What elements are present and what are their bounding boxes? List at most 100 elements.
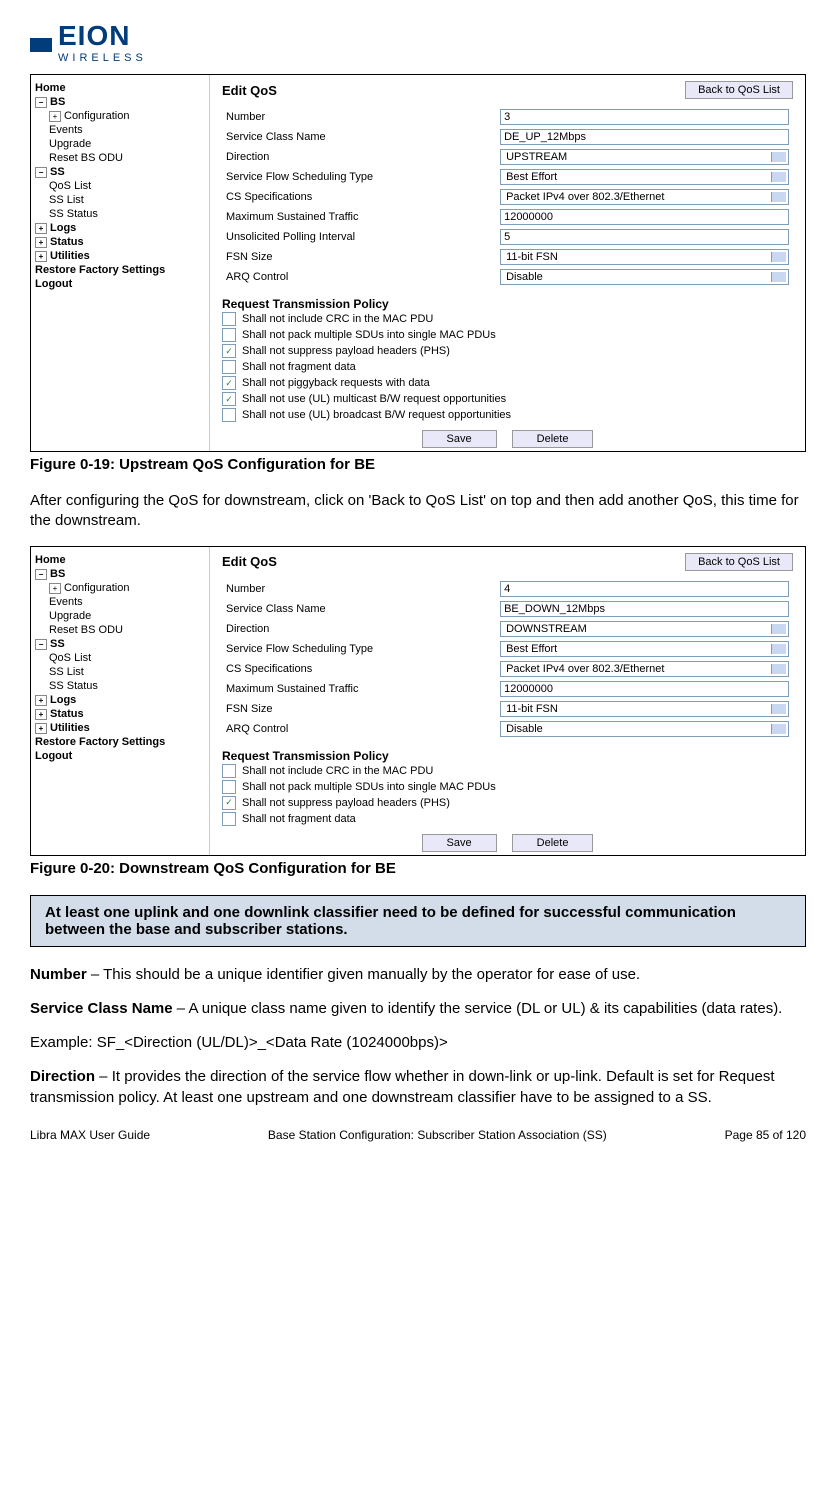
nav-ss-qos[interactable]: QoS List — [35, 651, 205, 665]
save-button[interactable]: Save — [422, 430, 497, 448]
policy-p3: Shall not suppress payload headers (PHS) — [242, 345, 450, 357]
policy-p7: Shall not use (UL) broadcast B/W request… — [242, 409, 511, 421]
nav-bs-upgrade[interactable]: Upgrade — [35, 137, 205, 151]
label-cs: CS Specifications — [222, 187, 496, 207]
checkbox-p5[interactable] — [222, 376, 236, 390]
select-fsn[interactable]: 11-bit FSN — [500, 701, 789, 717]
input-scn[interactable]: DE_UP_12Mbps — [500, 129, 789, 145]
input-mst[interactable]: 12000000 — [500, 681, 789, 697]
nav-bs-upgrade[interactable]: Upgrade — [35, 609, 205, 623]
nav-status[interactable]: Status — [35, 707, 205, 721]
input-mst[interactable]: 12000000 — [500, 209, 789, 225]
footer-center: Base Station Configuration: Subscriber S… — [268, 1128, 607, 1142]
select-direction[interactable]: UPSTREAM — [500, 149, 789, 165]
nav-bs[interactable]: BS — [35, 95, 205, 109]
label-sfs: Service Flow Scheduling Type — [222, 639, 496, 659]
nav-logs[interactable]: Logs — [35, 221, 205, 235]
delete-button[interactable]: Delete — [512, 430, 594, 448]
nav-bs-events[interactable]: Events — [35, 123, 205, 137]
nav-bs-events[interactable]: Events — [35, 595, 205, 609]
select-arq[interactable]: Disable — [500, 269, 789, 285]
footer-right: Page 85 of 120 — [725, 1128, 806, 1142]
select-sfs[interactable]: Best Effort — [500, 641, 789, 657]
page-footer: Libra MAX User Guide Base Station Config… — [30, 1128, 806, 1142]
policy-p4: Shall not fragment data — [242, 361, 356, 373]
nav-restore[interactable]: Restore Factory Settings — [35, 735, 205, 749]
select-cs[interactable]: Packet IPv4 over 802.3/Ethernet — [500, 661, 789, 677]
input-upi[interactable]: 5 — [500, 229, 789, 245]
nav-bs-reset[interactable]: Reset BS ODU — [35, 151, 205, 165]
input-number[interactable]: 4 — [500, 581, 789, 597]
nav-logout[interactable]: Logout — [35, 277, 205, 291]
nav-ss[interactable]: SS — [35, 165, 205, 179]
paragraph-1: After configuring the QoS for downstream… — [30, 491, 806, 532]
nav-ss[interactable]: SS — [35, 637, 205, 651]
nav-ss-list[interactable]: SS List — [35, 665, 205, 679]
checkbox-p1[interactable] — [222, 764, 236, 778]
nav-utilities[interactable]: Utilities — [35, 249, 205, 263]
select-arq[interactable]: Disable — [500, 721, 789, 737]
nav-bs-config[interactable]: Configuration — [35, 109, 205, 123]
policy-p6: Shall not use (UL) multicast B/W request… — [242, 393, 506, 405]
nav-home[interactable]: Home — [35, 553, 205, 567]
nav-tree: Home BS Configuration Events Upgrade Res… — [31, 75, 209, 451]
checkbox-p3[interactable] — [222, 796, 236, 810]
label-number: Number — [222, 579, 496, 599]
select-sfs[interactable]: Best Effort — [500, 169, 789, 185]
checkbox-p2[interactable] — [222, 328, 236, 342]
checkbox-p7[interactable] — [222, 408, 236, 422]
figure-upstream: Home BS Configuration Events Upgrade Res… — [30, 74, 806, 452]
nav-ss-status[interactable]: SS Status — [35, 679, 205, 693]
delete-button[interactable]: Delete — [512, 834, 594, 852]
policy-p5: Shall not piggyback requests with data — [242, 377, 430, 389]
checkbox-p3[interactable] — [222, 344, 236, 358]
back-to-list-button[interactable]: Back to QoS List — [685, 81, 793, 99]
checkbox-p1[interactable] — [222, 312, 236, 326]
nav-home[interactable]: Home — [35, 81, 205, 95]
label-direction: Direction — [222, 147, 496, 167]
input-scn[interactable]: BE_DOWN_12Mbps — [500, 601, 789, 617]
label-sfs: Service Flow Scheduling Type — [222, 167, 496, 187]
checkbox-p4[interactable] — [222, 812, 236, 826]
nav-logs[interactable]: Logs — [35, 693, 205, 707]
save-button[interactable]: Save — [422, 834, 497, 852]
nav-bs-reset[interactable]: Reset BS ODU — [35, 623, 205, 637]
label-arq: ARQ Control — [222, 267, 496, 287]
label-number: Number — [222, 107, 496, 127]
label-mst: Maximum Sustained Traffic — [222, 207, 496, 227]
policy-p1: Shall not include CRC in the MAC PDU — [242, 765, 433, 777]
back-to-list-button[interactable]: Back to QoS List — [685, 553, 793, 571]
label-scn: Service Class Name — [222, 127, 496, 147]
figure-downstream: Home BS Configuration Events Upgrade Res… — [30, 546, 806, 856]
nav-restore[interactable]: Restore Factory Settings — [35, 263, 205, 277]
policy-heading: Request Transmission Policy — [222, 749, 793, 763]
nav-status[interactable]: Status — [35, 235, 205, 249]
policy-p2: Shall not pack multiple SDUs into single… — [242, 329, 496, 341]
policy-heading: Request Transmission Policy — [222, 297, 793, 311]
figure-caption-2: Figure 0-20: Downstream QoS Configuratio… — [30, 860, 806, 877]
nav-bs[interactable]: BS — [35, 567, 205, 581]
label-scn: Service Class Name — [222, 599, 496, 619]
nav-ss-qos[interactable]: QoS List — [35, 179, 205, 193]
checkbox-p6[interactable] — [222, 392, 236, 406]
label-fsn: FSN Size — [222, 247, 496, 267]
nav-logout[interactable]: Logout — [35, 749, 205, 763]
policy-p3: Shall not suppress payload headers (PHS) — [242, 797, 450, 809]
checkbox-p4[interactable] — [222, 360, 236, 374]
def-example: Example: SF_<Direction (UL/DL)>_<Data Ra… — [30, 1033, 806, 1053]
nav-utilities[interactable]: Utilities — [35, 721, 205, 735]
checkbox-p2[interactable] — [222, 780, 236, 794]
select-direction[interactable]: DOWNSTREAM — [500, 621, 789, 637]
nav-bs-config[interactable]: Configuration — [35, 581, 205, 595]
select-fsn[interactable]: 11-bit FSN — [500, 249, 789, 265]
nav-ss-status[interactable]: SS Status — [35, 207, 205, 221]
brand-name: EION — [58, 20, 130, 52]
nav-tree-2: Home BS Configuration Events Upgrade Res… — [31, 547, 209, 855]
label-mst: Maximum Sustained Traffic — [222, 679, 496, 699]
qos-form-2: Number4 Service Class NameBE_DOWN_12Mbps… — [222, 579, 793, 739]
select-cs[interactable]: Packet IPv4 over 802.3/Ethernet — [500, 189, 789, 205]
input-number[interactable]: 3 — [500, 109, 789, 125]
nav-ss-list[interactable]: SS List — [35, 193, 205, 207]
brand-logo: EION WIRELESS — [30, 20, 806, 64]
label-cs: CS Specifications — [222, 659, 496, 679]
